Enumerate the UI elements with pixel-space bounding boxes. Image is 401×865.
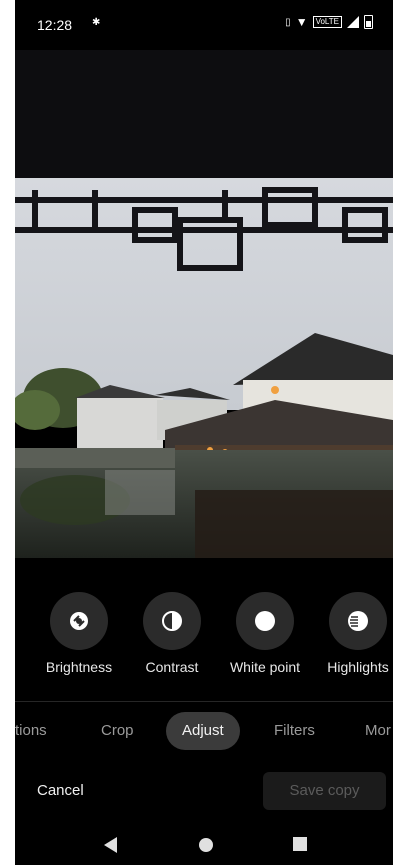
adjust-tools-row: Brightness Contrast White point Highligh… [15,592,393,682]
white-point-icon [236,592,294,650]
cancel-button[interactable]: Cancel [37,782,84,799]
tool-brightness[interactable]: Brightness [34,592,124,675]
tool-contrast[interactable]: Contrast [127,592,217,675]
tab-adjust[interactable]: Adjust [166,712,240,750]
highlights-icon [329,592,387,650]
settings-notification-icon: ✱ [92,17,101,28]
photo-image [15,50,393,558]
edit-tabs: tions Crop Adjust Filters Mor [15,712,393,752]
tab-more[interactable]: Mor [365,712,391,750]
tool-white-point-label: White point [229,659,301,675]
signal-icon [347,16,359,28]
battery-icon [364,15,373,29]
photo-canvas[interactable] [15,50,393,558]
system-nav-bar [15,826,393,865]
divider [15,701,393,702]
tool-highlights[interactable]: Highlights [313,592,393,675]
vibrate-icon: ▯ [285,16,291,28]
tool-brightness-label: Brightness [45,659,113,675]
tab-filters[interactable]: Filters [274,712,315,750]
contrast-icon [143,592,201,650]
status-time: 12:28 [37,17,73,33]
volte-badge: VoLTE [312,16,342,28]
status-icons: ▯ ▼ VoLTE [285,15,373,29]
back-icon[interactable] [103,836,119,859]
wifi-icon: ▼ [295,15,308,29]
tool-highlights-label: Highlights [327,659,389,675]
tool-white-point[interactable]: White point [220,592,310,675]
brightness-icon [50,592,108,650]
recents-icon[interactable] [292,836,308,857]
home-icon[interactable] [197,836,215,859]
tab-crop[interactable]: Crop [101,712,134,750]
status-bar: 12:28 ✱ ▯ ▼ VoLTE [15,0,393,50]
tool-contrast-label: Contrast [145,659,199,675]
tab-suggestions[interactable]: tions [15,712,47,750]
phone-screen: 12:28 ✱ ▯ ▼ VoLTE Brightness Contrast Wh… [15,0,393,865]
save-copy-button[interactable]: Save copy [263,772,386,810]
